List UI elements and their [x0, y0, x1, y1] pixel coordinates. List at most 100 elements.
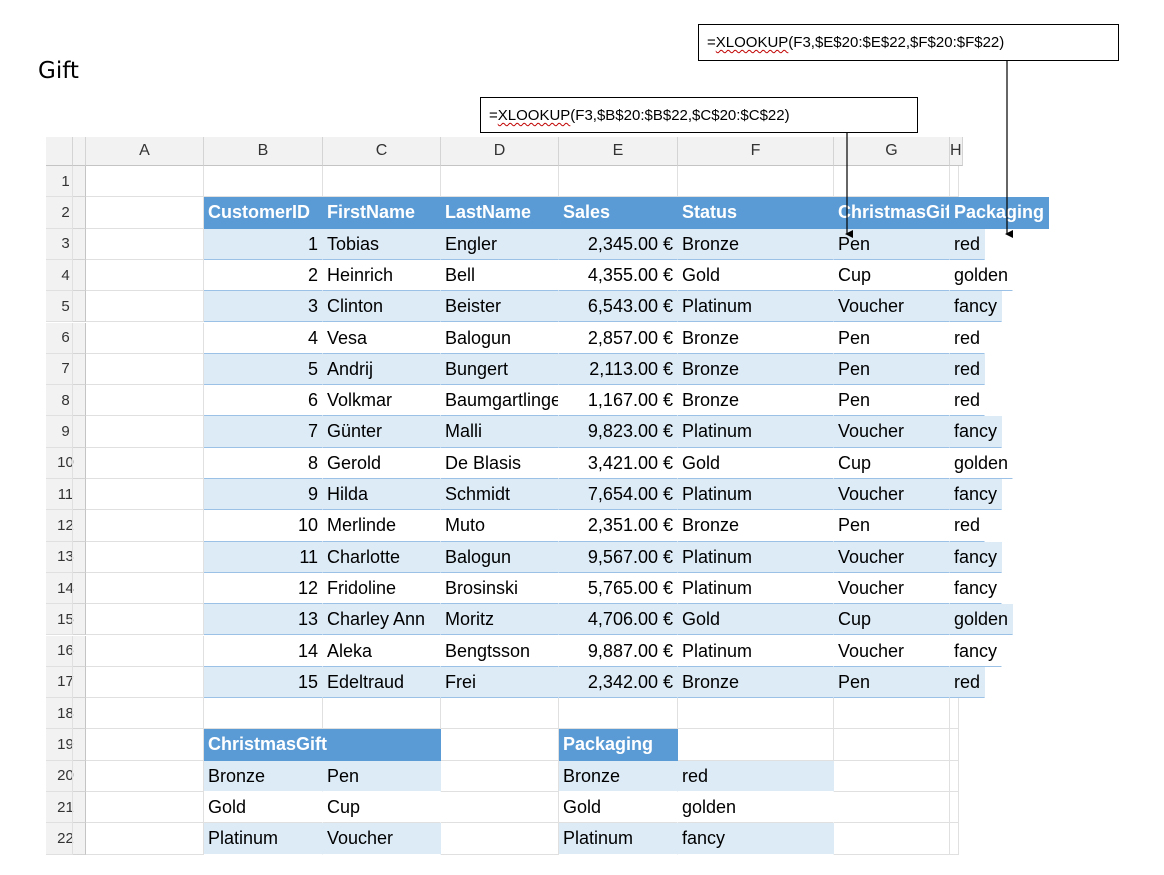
table-cell[interactable]: 3,421.00 € [559, 447, 678, 479]
pack-lookup-header[interactable]: Packaging [559, 729, 678, 761]
cell[interactable] [204, 166, 323, 198]
table-cell[interactable]: Moritz [441, 604, 559, 636]
table-cell[interactable]: Pen [834, 666, 950, 699]
table-cell[interactable]: red [950, 666, 986, 699]
cell[interactable] [86, 291, 204, 323]
table-cell[interactable]: 2,342.00 € [559, 666, 678, 699]
cell[interactable] [834, 729, 950, 761]
table-cell[interactable]: Merlinde [323, 510, 441, 542]
table-cell[interactable]: 2,351.00 € [559, 510, 678, 542]
cell[interactable] [204, 698, 323, 730]
cell[interactable] [86, 322, 204, 354]
table-cell[interactable]: 13 [204, 604, 323, 636]
cell[interactable] [86, 541, 204, 573]
column-header-G[interactable]: G [834, 137, 950, 166]
cell[interactable] [86, 416, 204, 448]
table-cell[interactable]: Charlotte [323, 541, 441, 573]
table-cell[interactable]: golden [950, 447, 1014, 479]
cell[interactable] [86, 698, 204, 730]
table-cell[interactable]: red [950, 385, 986, 417]
cell[interactable] [86, 635, 204, 667]
table-cell[interactable]: 12 [204, 572, 323, 605]
cell[interactable] [86, 572, 204, 605]
table-cell[interactable]: Gold [678, 447, 834, 479]
cell[interactable] [86, 729, 204, 761]
cell[interactable] [86, 228, 204, 260]
cell[interactable] [834, 792, 950, 824]
table-header-cell[interactable]: LastName [441, 197, 559, 229]
table-cell[interactable]: red [950, 228, 986, 260]
table-header-cell[interactable]: Status [678, 197, 834, 229]
cell[interactable] [950, 729, 959, 761]
cell[interactable] [834, 823, 950, 855]
table-cell[interactable]: golden [950, 604, 1014, 636]
cell[interactable] [323, 698, 441, 730]
pack-lookup-cell[interactable]: Gold [559, 792, 678, 824]
cell[interactable] [86, 666, 204, 699]
cell[interactable] [950, 823, 959, 855]
cell[interactable] [559, 166, 678, 198]
table-cell[interactable]: Muto [441, 510, 559, 542]
gift-lookup-header[interactable]: ChristmasGift [204, 729, 441, 761]
table-cell[interactable]: Engler [441, 228, 559, 260]
table-header-cell[interactable]: FirstName [323, 197, 441, 229]
cell[interactable] [86, 166, 204, 198]
cell[interactable] [678, 698, 834, 730]
table-cell[interactable]: Bronze [678, 385, 834, 417]
table-cell[interactable]: 10 [204, 510, 323, 542]
table-cell[interactable]: 6 [204, 385, 323, 417]
cell[interactable] [86, 792, 204, 824]
table-cell[interactable]: Charley Ann [323, 604, 441, 636]
table-cell[interactable]: fancy [950, 635, 1003, 667]
cell[interactable] [559, 698, 678, 730]
pack-lookup-cell[interactable]: red [678, 760, 834, 792]
table-cell[interactable]: 4,706.00 € [559, 604, 678, 636]
cell[interactable] [678, 166, 834, 198]
table-cell[interactable]: 2,113.00 € [559, 353, 678, 386]
table-cell[interactable]: 1,167.00 € [559, 385, 678, 417]
table-cell[interactable]: Bronze [678, 666, 834, 699]
cell[interactable] [441, 823, 559, 855]
cell[interactable] [86, 510, 204, 542]
cell[interactable] [86, 385, 204, 417]
table-cell[interactable]: Platinum [678, 541, 834, 573]
table-cell[interactable]: Gerold [323, 447, 441, 479]
cell[interactable] [834, 698, 950, 730]
cell[interactable] [86, 259, 204, 292]
table-cell[interactable]: Platinum [678, 572, 834, 605]
table-cell[interactable]: 1 [204, 228, 323, 260]
table-cell[interactable]: Baumgartlinger [441, 385, 559, 417]
cell[interactable] [678, 729, 834, 761]
table-cell[interactable]: Edeltraud [323, 666, 441, 699]
table-cell[interactable]: Pen [834, 228, 950, 260]
table-cell[interactable]: Pen [834, 322, 950, 354]
table-cell[interactable]: red [950, 510, 986, 542]
pack-lookup-cell[interactable]: Platinum [559, 823, 678, 855]
table-cell[interactable]: Heinrich [323, 259, 441, 292]
table-cell[interactable]: Tobias [323, 228, 441, 260]
table-cell[interactable]: Beister [441, 291, 559, 323]
table-cell[interactable]: Platinum [678, 416, 834, 448]
cell[interactable] [86, 353, 204, 386]
table-cell[interactable]: red [950, 322, 986, 354]
table-cell[interactable]: Platinum [678, 291, 834, 323]
table-cell[interactable]: 7 [204, 416, 323, 448]
table-cell[interactable]: Bengtsson [441, 635, 559, 667]
table-cell[interactable]: 4 [204, 322, 323, 354]
table-cell[interactable]: 2,857.00 € [559, 322, 678, 354]
table-cell[interactable]: Bronze [678, 353, 834, 386]
table-header-cell[interactable]: Sales [559, 197, 678, 229]
table-header-cell[interactable]: CustomerID [204, 197, 323, 229]
gift-lookup-cell[interactable]: Pen [323, 760, 441, 792]
column-header-E[interactable]: E [559, 137, 678, 166]
table-cell[interactable]: Bungert [441, 353, 559, 386]
table-header-cell[interactable]: Packaging [950, 197, 1050, 229]
table-cell[interactable]: Brosinski [441, 572, 559, 605]
cell[interactable] [441, 729, 559, 761]
table-cell[interactable]: Bronze [678, 228, 834, 260]
table-cell[interactable]: 8 [204, 447, 323, 479]
table-cell[interactable]: Fridoline [323, 572, 441, 605]
table-cell[interactable]: Malli [441, 416, 559, 448]
cell[interactable] [950, 792, 959, 824]
table-cell[interactable]: De Blasis [441, 447, 559, 479]
